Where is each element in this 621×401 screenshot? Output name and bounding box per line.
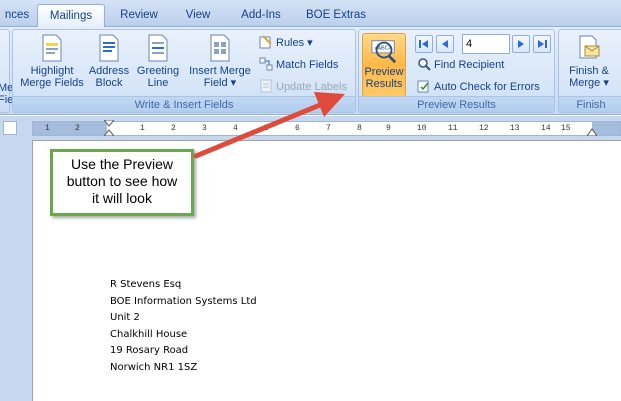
ruler-tick: 15 xyxy=(561,124,571,133)
start-mail-merge-group: Merge Fields xyxy=(0,29,29,113)
finish-group-label: Finish xyxy=(559,96,621,112)
ruler-tick: 2 xyxy=(75,124,80,133)
find-recipient-label: Find Recipient xyxy=(434,59,505,71)
ruler-tick: 1 xyxy=(140,124,145,133)
tab-view[interactable]: View xyxy=(176,4,220,27)
match-fields-label: Match Fields xyxy=(276,59,339,71)
tab-add-ins[interactable]: Add-Ins xyxy=(232,4,290,27)
horizontal-ruler[interactable]: 1 2 1 2 3 4 5 6 7 8 9 10 11 12 13 14 15 xyxy=(32,120,621,136)
ruler-tick: 6 xyxy=(295,124,300,133)
ruler-tick: 12 xyxy=(479,124,489,133)
tab-selector[interactable] xyxy=(3,121,17,135)
greeting-label-1: Greeting xyxy=(136,65,180,77)
ruler-tick: 5 xyxy=(264,124,269,133)
update-labels-icon xyxy=(260,79,272,93)
insert-label-2: Field ▾ xyxy=(203,77,237,89)
tab-review[interactable]: Review xyxy=(112,4,166,27)
next-record-button[interactable] xyxy=(512,35,530,53)
match-fields-button[interactable]: Match Fields xyxy=(259,56,338,74)
auto-check-icon xyxy=(417,80,429,93)
ruler-tick: 8 xyxy=(357,124,362,133)
right-indent-marker-icon[interactable] xyxy=(587,126,597,136)
greeting-line-button[interactable]: Greeting Line xyxy=(133,34,183,89)
finish-label-2: Merge ▾ xyxy=(569,77,609,89)
ruler-tick: 3 xyxy=(202,124,207,133)
highlight-merge-fields-button[interactable]: Highlight Merge Fields xyxy=(19,34,85,89)
address-label-1: Address xyxy=(88,65,130,77)
auto-check-label: Auto Check for Errors xyxy=(434,81,540,93)
address-block-icon xyxy=(99,34,119,62)
preview-label-2: Results xyxy=(365,78,403,90)
address-line: BOE Information Systems Ltd xyxy=(110,295,257,307)
first-record-button[interactable] xyxy=(415,35,433,53)
find-recipient-icon xyxy=(418,58,431,71)
highlight-label-1: Highlight xyxy=(30,65,74,77)
ruler-tick: 2 xyxy=(171,124,176,133)
tab-boe-extras[interactable]: BOE Extras xyxy=(300,4,372,27)
ruler-tick: 13 xyxy=(510,124,520,133)
preview-label-1: Preview xyxy=(364,66,404,78)
callout-line: Use the Preview xyxy=(71,156,173,172)
ruler-tick: 1 xyxy=(45,124,50,133)
find-recipient-button[interactable]: Find Recipient xyxy=(417,56,504,74)
highlight-label-2: Merge Fields xyxy=(20,77,84,89)
rules-icon xyxy=(259,35,272,49)
previous-record-button[interactable] xyxy=(436,35,454,53)
insert-label-1: Insert Merge xyxy=(189,65,251,77)
insert-field-icon xyxy=(210,34,230,62)
finish-merge-button[interactable]: Finish & Merge ▾ xyxy=(561,34,617,89)
ruler-tick: 11 xyxy=(448,124,458,133)
callout-line: it will look xyxy=(92,190,152,206)
next-record-icon xyxy=(518,40,524,48)
highlight-fields-icon xyxy=(42,34,62,62)
ruler-tick: 7 xyxy=(326,124,331,133)
ruler-tick: 4 xyxy=(233,124,238,133)
address-line: Norwich NR1 1SZ xyxy=(110,361,198,373)
record-number-input[interactable]: 4 xyxy=(462,34,510,54)
ribbon: Merge Fields Highlight Merge Fields Addr… xyxy=(0,27,621,115)
finish-merge-icon xyxy=(579,35,600,59)
preview-group-label: Preview Results xyxy=(359,96,554,112)
write-insert-group-label: Write & Insert Fields xyxy=(13,96,355,112)
preview-results-group: «ABC» Preview Results 4 Find Recipient A… xyxy=(358,29,555,113)
insert-merge-field-button[interactable]: Insert Merge Field ▾ xyxy=(185,34,255,89)
finish-label-1: Finish & xyxy=(569,65,609,77)
match-fields-icon xyxy=(259,57,273,71)
finish-group: Finish & Merge ▾ Finish xyxy=(558,29,621,113)
last-record-button[interactable] xyxy=(533,35,551,53)
write-insert-fields-group: Highlight Merge Fields Address Block Gre… xyxy=(12,29,356,113)
rules-label: Rules ▾ xyxy=(276,37,313,49)
previous-record-icon xyxy=(442,40,448,48)
tab-mailings[interactable]: Mailings xyxy=(37,4,105,28)
ribbon-tab-strip: nces Mailings Review View Add-Ins BOE Ex… xyxy=(0,0,621,28)
auto-check-errors-button[interactable]: Auto Check for Errors xyxy=(417,78,540,96)
ruler-tick: 9 xyxy=(386,124,391,133)
update-labels-button[interactable]: Update Labels xyxy=(259,78,347,96)
address-line: 19 Rosary Road xyxy=(110,345,189,357)
last-record-icon xyxy=(538,40,547,48)
annotation-callout: Use the Preview button to see how it wil… xyxy=(50,149,194,216)
ruler-tick: 14 xyxy=(541,124,551,133)
preview-magnifier-icon: «ABC» xyxy=(371,40,397,64)
update-labels-label: Update Labels xyxy=(276,81,347,93)
callout-line: button to see how xyxy=(66,173,178,189)
first-record-icon xyxy=(419,40,428,48)
indent-marker-icon[interactable] xyxy=(104,120,114,136)
address-block-button[interactable]: Address Block xyxy=(87,34,131,89)
preview-results-button[interactable]: «ABC» Preview Results xyxy=(362,33,406,97)
tab-references[interactable]: nces xyxy=(0,4,34,27)
ruler-tick: 10 xyxy=(417,124,427,133)
address-label-2: Block xyxy=(95,77,123,89)
address-line: Unit 2 xyxy=(110,312,140,324)
greeting-line-icon xyxy=(148,34,168,62)
recipient-address: R Stevens Esq BOE Information Systems Lt… xyxy=(110,277,257,377)
rules-button[interactable]: Rules ▾ xyxy=(259,34,313,52)
greeting-label-2: Line xyxy=(147,77,169,89)
address-line: Chalkhill House xyxy=(110,328,188,340)
address-line: R Stevens Esq xyxy=(110,279,182,290)
